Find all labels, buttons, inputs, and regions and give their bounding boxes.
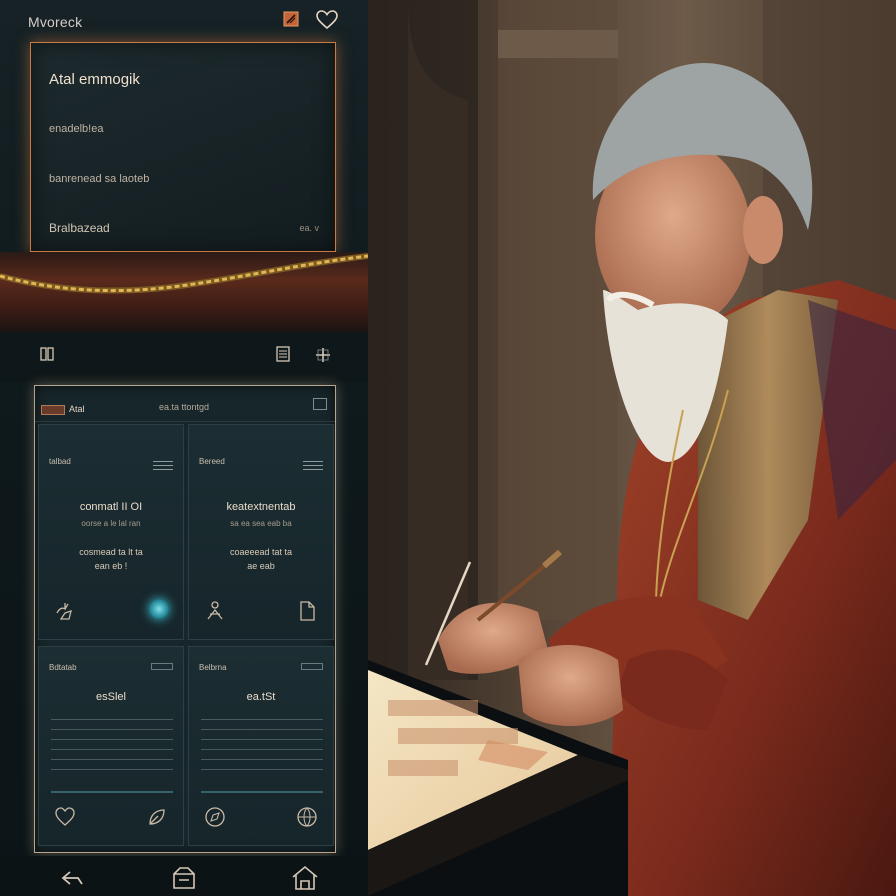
grid-button[interactable] [40, 346, 60, 366]
status-indicator-icon[interactable] [149, 599, 169, 619]
tile-heading: esSlel [96, 691, 126, 703]
text-placeholder-lines [51, 719, 173, 779]
card-tile[interactable]: Bdtatab esSlel [38, 646, 184, 846]
content-panel: Atal ea.ta ttontgd talbad conmatl II OI … [34, 385, 336, 853]
panel-tag: Atal [41, 404, 85, 415]
globe-icon[interactable] [295, 805, 319, 829]
favorite-button[interactable] [314, 8, 340, 32]
scene-illustration [368, 0, 896, 896]
panel-tag-label: Atal [69, 404, 85, 414]
divider [201, 791, 323, 793]
tile-subtext: ean eb ! [94, 561, 128, 571]
divider [51, 791, 173, 793]
tag-swatch [41, 404, 65, 415]
document-icon[interactable] [295, 599, 319, 623]
home-icon [292, 865, 318, 890]
back-button[interactable] [58, 864, 86, 892]
edit-button[interactable] [280, 8, 302, 30]
scholar-photo [368, 0, 896, 896]
menu-icon[interactable] [303, 461, 323, 471]
heart-outline-icon[interactable] [53, 805, 77, 829]
menu-icon[interactable] [153, 461, 173, 471]
panel-window-button[interactable] [313, 398, 327, 410]
note-card[interactable]: Atal emmogik enadelb!ea banrenead sa lao… [30, 42, 336, 252]
top-bar: Mvoreck [0, 0, 368, 42]
tile-subtext: cosmead ta lt ta [79, 547, 143, 557]
card-tile[interactable]: Belbrna ea.tSt [188, 646, 334, 846]
hand-icon[interactable] [53, 599, 77, 623]
tile-subtext: oorse a le lal ran [81, 519, 141, 528]
tile-subtext: coaeeead tat ta [229, 547, 293, 557]
edit-icon [283, 11, 299, 27]
note-line: banrenead sa laoteb [49, 173, 150, 185]
tile-label: Bereed [199, 457, 225, 466]
bottom-navigation [0, 856, 368, 896]
card-tile[interactable]: talbad conmatl II OI oorse a le lal ran … [38, 424, 184, 640]
note-title: Atal emmogik [49, 71, 140, 88]
book-button[interactable] [276, 346, 296, 366]
panel-header: Atal ea.ta ttontgd [35, 386, 335, 422]
back-icon [61, 871, 83, 885]
leaf-icon[interactable] [145, 805, 169, 829]
app-sidebar: Mvoreck Atal emmogik enadelb!ea banrenea… [0, 0, 368, 896]
heart-icon [316, 10, 338, 30]
inbox-button[interactable] [170, 864, 198, 892]
grid-icon [40, 347, 54, 361]
tile-subtext: ae eab [247, 561, 275, 571]
tile-subtext: sa ea sea eab ba [230, 519, 292, 528]
tile-badge [151, 663, 173, 670]
tile-heading: ea.tSt [246, 691, 276, 703]
tile-heading: keatextnentab [226, 501, 296, 513]
note-line: Bralbazead [49, 221, 110, 235]
tile-label: Belbrna [199, 663, 227, 672]
figure-icon[interactable] [203, 599, 227, 623]
tile-label: Bdtatab [49, 663, 77, 672]
book-icon [276, 346, 290, 362]
add-button[interactable] [314, 346, 334, 366]
add-icon [316, 348, 330, 362]
note-line: enadelb!ea [49, 123, 104, 135]
tile-label: talbad [49, 457, 71, 466]
note-meta: ea. v [299, 223, 319, 233]
compass-icon[interactable] [203, 805, 227, 829]
gold-rope-decoration [0, 253, 368, 294]
inbox-icon [173, 867, 195, 889]
tile-heading: conmatl II OI [79, 501, 143, 513]
home-button[interactable] [290, 864, 318, 892]
brand-name: Mvoreck [28, 14, 83, 30]
toolbar [0, 332, 368, 382]
card-tile[interactable]: Bereed keatextnentab sa ea sea eab ba co… [188, 424, 334, 640]
tile-badge [301, 663, 323, 670]
panel-title: ea.ta ttontgd [159, 402, 210, 412]
text-placeholder-lines [201, 719, 323, 779]
